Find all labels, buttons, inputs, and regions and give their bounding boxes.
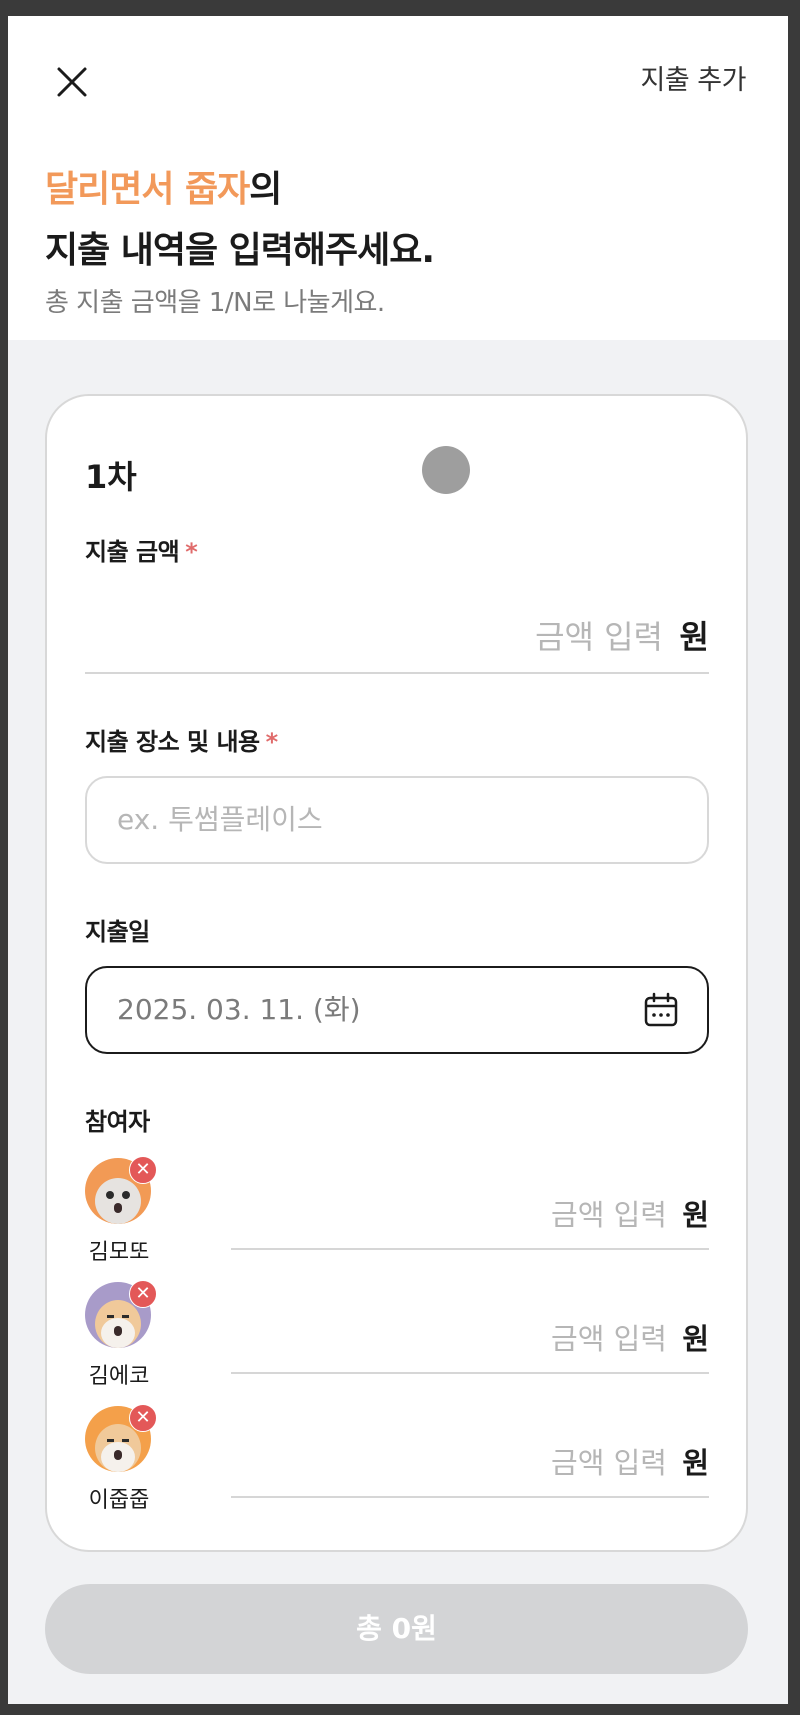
- round-title: 1차: [85, 458, 137, 496]
- total-submit-button[interactable]: 총 0원: [45, 1584, 748, 1674]
- participant-amount-field[interactable]: 금액 입력 원: [231, 1298, 709, 1374]
- participant-name: 김모또: [88, 1240, 150, 1265]
- expense-card: 1차 지출 금액 * 금액 입력 원 지출 장소 및 내용 * ex. 투썸플레이스…: [45, 394, 748, 1552]
- participant-avatar: ✕: [85, 1404, 157, 1474]
- currency-unit: 원: [682, 1322, 709, 1356]
- amount-label-text: 지출 금액: [85, 538, 180, 566]
- place-input[interactable]: ex. 투썸플레이스: [85, 776, 709, 864]
- amount-field[interactable]: 금액 입력 원: [85, 594, 709, 674]
- add-expense-button[interactable]: 지출 추가: [641, 58, 747, 97]
- app-frame: 지출 추가 달리면서 줍자의 지출 내역을 입력해주세요. 총 지출 금액을 1…: [8, 16, 788, 1704]
- group-name: 달리면서 줍자: [45, 169, 250, 210]
- participant-avatar: ✕: [85, 1156, 157, 1226]
- date-value: 2025. 03. 11. (화): [117, 993, 361, 1026]
- participant-amount-input[interactable]: 금액 입력: [551, 1192, 667, 1234]
- participant-row: ✕ 김모또 금액 입력 원: [85, 1156, 709, 1278]
- remove-participant-button[interactable]: ✕: [129, 1156, 157, 1184]
- participant-avatar: ✕: [85, 1280, 157, 1350]
- participant-amount-field[interactable]: 금액 입력 원: [231, 1422, 709, 1498]
- amount-input[interactable]: 금액 입력: [535, 612, 663, 658]
- page-header: 지출 추가 달리면서 줍자의 지출 내역을 입력해주세요. 총 지출 금액을 1…: [8, 16, 788, 340]
- participant-name: 이줍줍: [88, 1488, 150, 1513]
- participant-row: ✕ 김에코 금액 입력 원: [85, 1280, 709, 1402]
- remove-participant-button[interactable]: ✕: [129, 1404, 157, 1432]
- close-icon: [57, 67, 87, 97]
- participants-label: 참여자: [85, 1108, 150, 1136]
- page-subtitle: 총 지출 금액을 1/N로 나눌게요.: [45, 288, 385, 318]
- participant-amount-input[interactable]: 금액 입력: [551, 1440, 667, 1482]
- calendar-icon[interactable]: [643, 992, 679, 1028]
- participant-amount-input[interactable]: 금액 입력: [551, 1316, 667, 1358]
- close-button[interactable]: [50, 60, 94, 104]
- place-label-text: 지출 장소 및 내용: [85, 728, 260, 756]
- title-suffix: 의: [249, 169, 282, 210]
- place-label: 지출 장소 및 내용 *: [85, 722, 278, 757]
- participant-name: 김에코: [88, 1364, 150, 1389]
- date-picker[interactable]: 2025. 03. 11. (화): [85, 966, 709, 1054]
- currency-unit: 원: [682, 1198, 709, 1232]
- drag-handle[interactable]: [422, 446, 470, 494]
- page-title-line1: 달리면서 줍자의: [45, 160, 282, 212]
- required-mark: *: [185, 538, 198, 566]
- required-mark: *: [265, 728, 279, 756]
- date-label: 지출일: [85, 918, 150, 946]
- page-title-line2: 지출 내역을 입력해주세요.: [45, 230, 435, 271]
- currency-unit: 원: [679, 618, 709, 656]
- remove-participant-button[interactable]: ✕: [129, 1280, 157, 1308]
- participant-amount-field[interactable]: 금액 입력 원: [231, 1174, 709, 1250]
- amount-label: 지출 금액 *: [85, 532, 198, 567]
- currency-unit: 원: [682, 1446, 709, 1480]
- participant-row: ✕ 이줍줍 금액 입력 원: [85, 1404, 709, 1526]
